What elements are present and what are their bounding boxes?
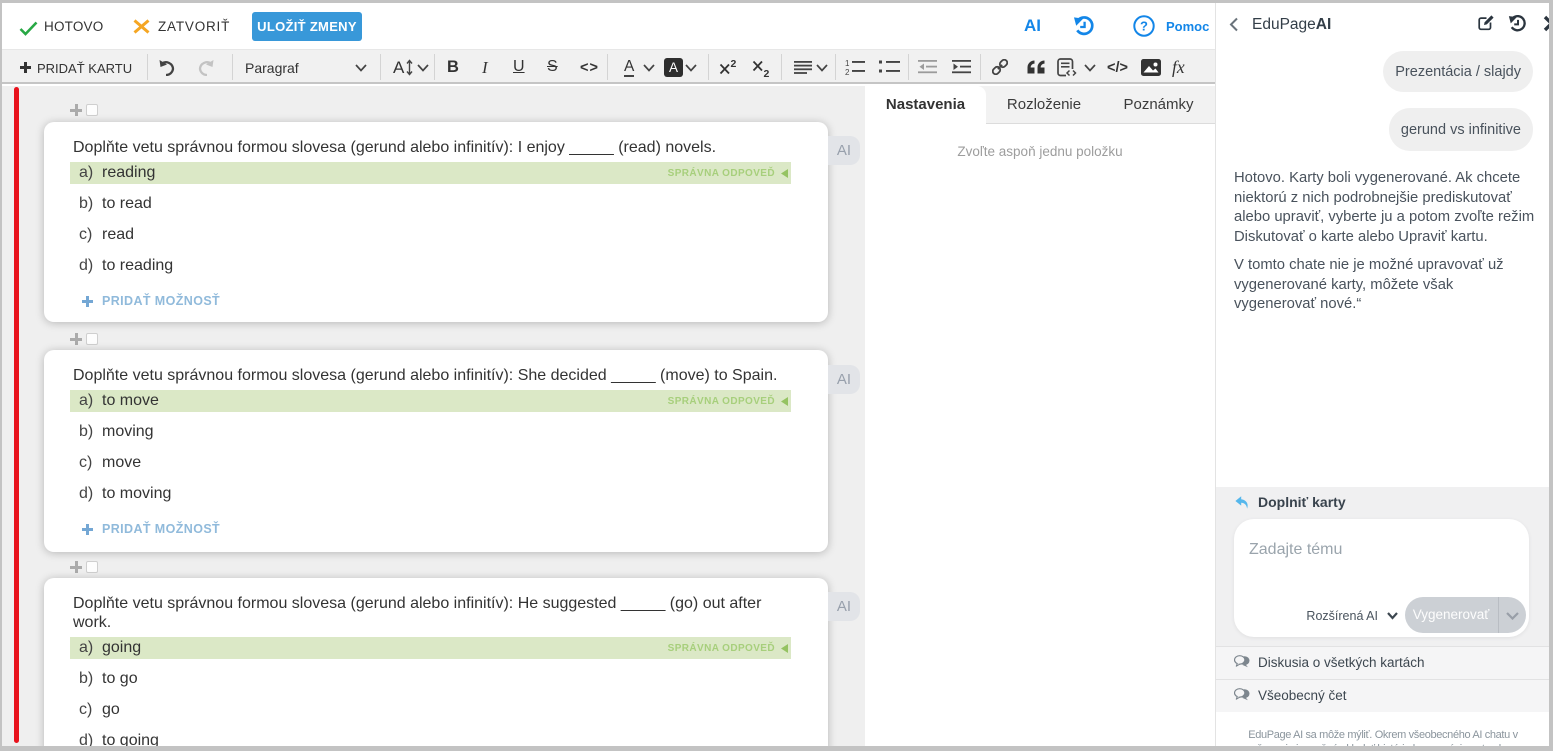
svg-text:2: 2: [845, 68, 850, 75]
svg-text:2: 2: [764, 68, 770, 79]
svg-text:2: 2: [731, 58, 737, 70]
svg-text:?: ?: [1140, 19, 1148, 34]
svg-text:1: 1: [845, 59, 850, 68]
